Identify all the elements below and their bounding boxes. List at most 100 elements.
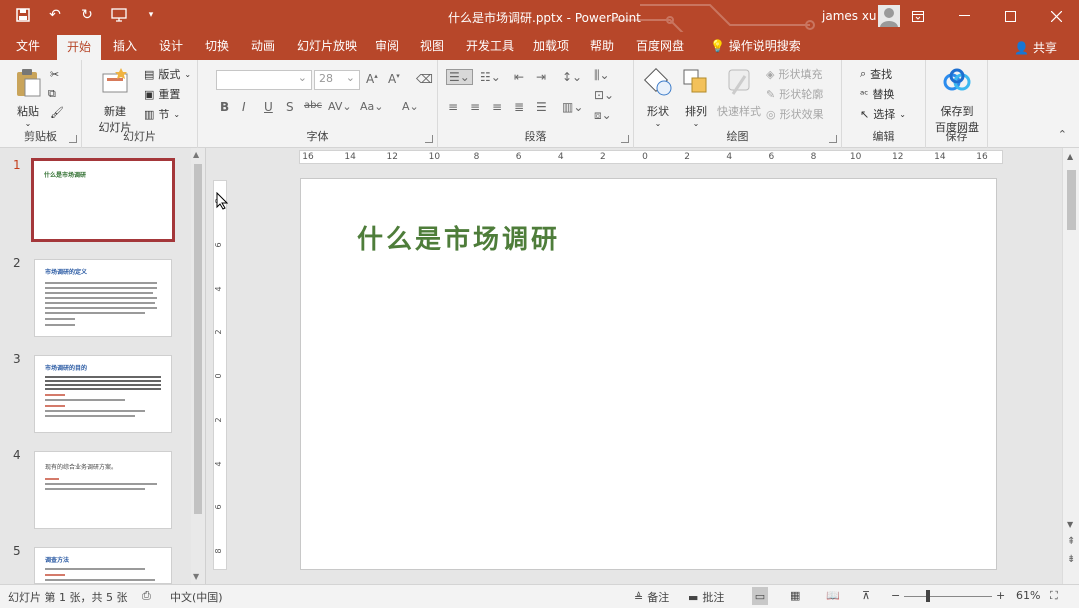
thumbnail-slide[interactable]: 什么是市场调研 — [31, 158, 175, 242]
fit-slide-icon[interactable]: ⛶ — [1050, 589, 1058, 603]
italic-icon[interactable]: I — [242, 100, 246, 114]
thumbnail-slide[interactable]: 市场调研的目的 — [34, 355, 172, 433]
scrollbar-thumb[interactable] — [194, 164, 202, 514]
find-button[interactable]: ⌕ 查找 — [860, 66, 892, 82]
arrange-button[interactable]: 排列 ⌄ — [678, 66, 714, 128]
tab-home[interactable]: 开始 — [57, 35, 102, 60]
tab-addins[interactable]: 加载项 — [523, 32, 579, 60]
accessibility-icon[interactable]: ⎙ — [142, 589, 151, 603]
reading-view-icon[interactable]: 📖 — [826, 589, 840, 602]
zoom-slider[interactable] — [904, 596, 992, 597]
normal-view-icon[interactable]: ▭ — [752, 587, 768, 605]
maximize-icon[interactable] — [987, 0, 1033, 32]
zoom-slider-knob[interactable] — [926, 590, 930, 602]
text-shadow-icon[interactable]: S — [286, 100, 294, 114]
slide-scrollbar[interactable]: ▲ ▼ ⇞ ⇟ — [1062, 148, 1079, 584]
new-slide-button[interactable]: 新建 幻灯片 — [92, 66, 138, 135]
text-direction-icon[interactable]: ⫼⌄ — [594, 68, 610, 83]
font-launcher-icon[interactable] — [425, 135, 433, 143]
ribbon-display-options-icon[interactable] — [895, 0, 941, 32]
next-slide-icon[interactable]: ⇟ — [1067, 554, 1075, 565]
distributed-icon[interactable]: ☰ — [536, 100, 547, 114]
bold-icon[interactable]: B — [220, 100, 229, 114]
slide-sorter-icon[interactable]: ▦ — [790, 589, 800, 602]
tab-review[interactable]: 审阅 — [365, 32, 409, 60]
save-icon[interactable] — [14, 6, 32, 24]
section-button[interactable]: ▥ 节 ⌄ — [144, 106, 180, 122]
start-from-beginning-icon[interactable] — [110, 6, 128, 24]
increase-indent-icon[interactable]: ⇥ — [536, 70, 546, 84]
zoom-out-icon[interactable]: − — [891, 589, 900, 602]
format-painter-icon[interactable]: 🖌 — [50, 106, 64, 119]
collapse-ribbon-icon[interactable]: ⌃ — [1058, 128, 1067, 141]
tab-baidu-netdisk[interactable]: 百度网盘 — [626, 32, 694, 60]
customize-qat-icon[interactable]: ▾ — [142, 6, 160, 24]
tab-view[interactable]: 视图 — [410, 32, 454, 60]
tab-slideshow[interactable]: 幻灯片放映 — [287, 32, 367, 60]
zoom-level[interactable]: 61% — [1016, 589, 1040, 602]
paragraph-launcher-icon[interactable] — [621, 135, 629, 143]
tab-help[interactable]: 帮助 — [580, 32, 624, 60]
tab-developer[interactable]: 开发工具 — [456, 32, 524, 60]
user-name[interactable]: james xu — [822, 9, 877, 23]
tab-design[interactable]: 设计 — [149, 32, 193, 60]
redo-icon[interactable]: ↻ — [78, 6, 96, 24]
copy-icon[interactable]: ⧉ — [48, 87, 56, 101]
cut-icon[interactable]: ✂ — [50, 68, 59, 81]
layout-button[interactable]: ▤ 版式 ⌄ — [144, 66, 191, 82]
shape-outline-button[interactable]: ✎ 形状轮廓 — [766, 86, 823, 102]
scroll-down-icon[interactable]: ▼ — [193, 572, 199, 581]
tell-me-search[interactable]: 💡 操作说明搜索 — [700, 32, 811, 60]
replace-button[interactable]: ᵃᶜ 替换 — [860, 86, 894, 102]
paste-button[interactable]: 粘贴 ⌄ — [10, 66, 46, 128]
strikethrough-icon[interactable]: abc — [304, 100, 322, 111]
undo-icon[interactable]: ↶ — [46, 6, 64, 24]
thumbnail-scrollbar[interactable]: ▲ ▼ — [191, 148, 205, 584]
clipboard-launcher-icon[interactable] — [69, 135, 77, 143]
slide-title[interactable]: 什么是市场调研 — [357, 219, 560, 256]
scroll-up-icon[interactable]: ▲ — [193, 150, 199, 159]
tab-transitions[interactable]: 切换 — [195, 32, 239, 60]
align-left-icon[interactable]: ≡ — [448, 100, 458, 114]
comments-button[interactable]: ▬ 批注 — [688, 589, 724, 605]
current-slide[interactable]: 什么是市场调研 — [300, 178, 997, 570]
thumbnail-slide[interactable]: 市场调研的定义 — [34, 259, 172, 337]
line-spacing-icon[interactable]: ↕⌄ — [562, 70, 582, 84]
justify-icon[interactable]: ≣ — [514, 100, 524, 114]
select-button[interactable]: ↖ 选择 ⌄ — [860, 106, 906, 122]
reset-button[interactable]: ▣ 重置 — [144, 86, 180, 102]
numbering-icon[interactable]: ☷⌄ — [480, 70, 501, 84]
quick-styles-button[interactable]: 快速样式 — [716, 66, 762, 119]
character-spacing-icon[interactable]: AV⌄ — [328, 100, 352, 113]
scrollbar-thumb[interactable] — [1067, 170, 1076, 230]
font-color-icon[interactable]: A⌄ — [402, 100, 419, 113]
tab-insert[interactable]: 插入 — [103, 32, 147, 60]
shape-effects-button[interactable]: ◎ 形状效果 — [766, 106, 824, 122]
save-to-baidu-button[interactable]: 保存到 百度网盘 — [930, 66, 984, 135]
slideshow-icon[interactable]: ⊼ — [862, 589, 870, 602]
drawing-launcher-icon[interactable] — [829, 135, 837, 143]
bullets-icon[interactable]: ☰⌄ — [446, 69, 473, 85]
tab-animations[interactable]: 动画 — [241, 32, 285, 60]
decrease-font-icon[interactable]: A▾ — [388, 72, 400, 86]
thumbnail-slide[interactable]: 调查方法 — [34, 547, 172, 584]
zoom-in-icon[interactable]: + — [996, 589, 1005, 602]
scroll-down-icon[interactable]: ▼ — [1067, 520, 1073, 529]
decrease-indent-icon[interactable]: ⇤ — [514, 70, 524, 84]
previous-slide-icon[interactable]: ⇞ — [1067, 536, 1075, 547]
align-center-icon[interactable]: ≡ — [470, 100, 480, 114]
clear-formatting-icon[interactable]: ⌫ — [416, 72, 433, 86]
language-indicator[interactable]: 中文(中国) — [170, 589, 223, 605]
shape-fill-button[interactable]: ◈ 形状填充 — [766, 66, 822, 82]
tab-file[interactable]: 文件 — [6, 32, 50, 60]
font-name-combo[interactable] — [216, 70, 312, 90]
minimize-icon[interactable] — [941, 0, 987, 32]
underline-icon[interactable]: U — [264, 100, 273, 114]
columns-icon[interactable]: ▥⌄ — [562, 100, 583, 114]
shapes-button[interactable]: 形状 ⌄ — [640, 66, 676, 128]
share-button[interactable]: 👤 共享 — [1014, 39, 1057, 56]
increase-font-icon[interactable]: A▴ — [366, 72, 378, 86]
align-text-icon[interactable]: ⊡⌄ — [594, 88, 614, 102]
scroll-up-icon[interactable]: ▲ — [1067, 152, 1073, 161]
align-right-icon[interactable]: ≡ — [492, 100, 502, 114]
